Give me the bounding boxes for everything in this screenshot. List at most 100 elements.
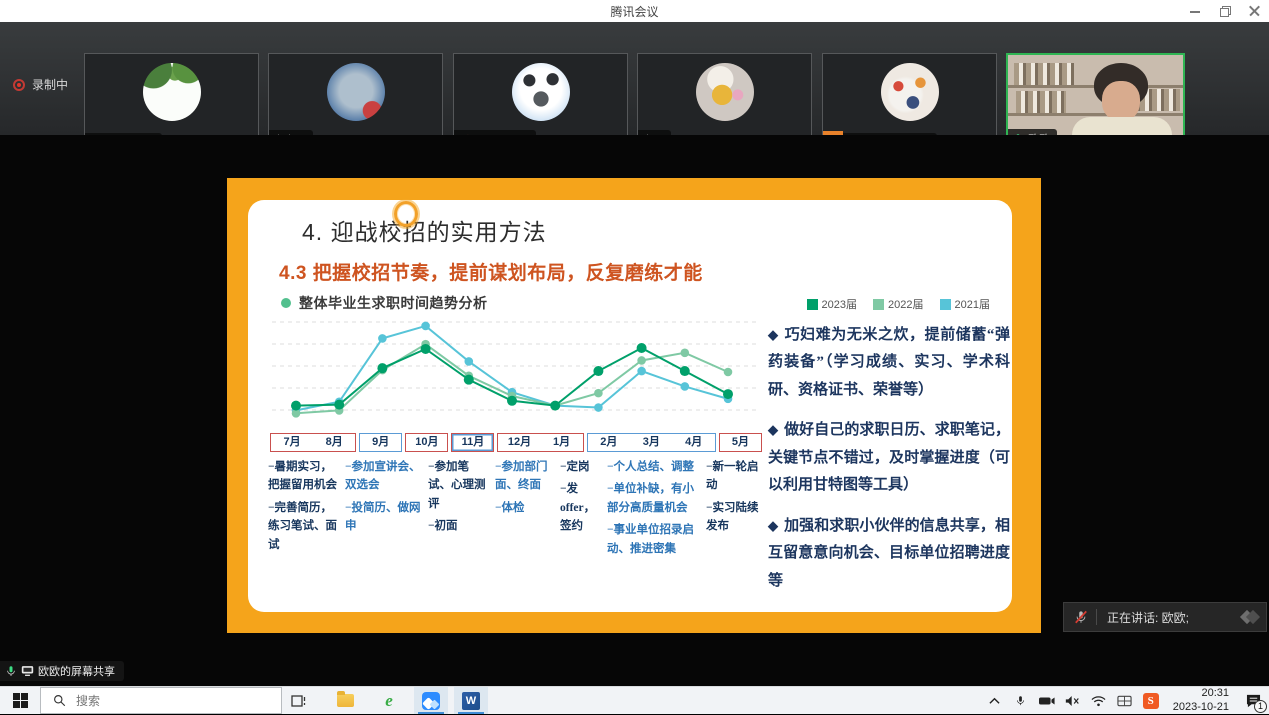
month-label: 7月 <box>271 434 313 451</box>
speaking-label: 正在讲话: 欧欧; <box>1107 609 1189 626</box>
legend-label: 2023届 <box>822 296 857 312</box>
window-title: 腾讯会议 <box>610 3 658 20</box>
window-titlebar: 腾讯会议 <box>0 0 1269 22</box>
active-speaker-panel: 正在讲话: 欧欧; <box>1063 602 1267 632</box>
highlight-ring-annotation <box>394 201 418 227</box>
phase-note: −体检 <box>495 499 555 517</box>
tencent-meeting-button[interactable] <box>414 687 448 714</box>
legend-swatch-2022 <box>873 299 884 310</box>
folder-icon <box>337 694 354 707</box>
month-label: 4月 <box>673 434 715 451</box>
phase-notes-row: −暑期实习，把握留用机会−完善简历，练习笔试、面试−参加宣讲会、双选会 −投简历、… <box>268 458 766 562</box>
tip-text: 加强和求职小伙伴的信息共享，相互留意意向机会、目标单位招聘进度等 <box>768 518 1010 589</box>
recording-indicator: 录制中 <box>13 76 68 93</box>
phase-note: −投简历、做网申 <box>345 499 423 536</box>
tip-bullet: ◆加强和求职小伙伴的信息共享，相互留意意向机会、目标单位招聘进度等 <box>768 513 1010 595</box>
windows-logo-icon <box>13 693 28 708</box>
tips-panel: ◆巧妇难为无米之炊，提前储蓄“弹药装备”（学习成绩、实习、学术科研、资格证书、荣… <box>768 322 1010 608</box>
phase-note: −事业单位招录启动、推进密集 <box>607 521 701 558</box>
diamond-bullet-icon: ◆ <box>768 518 778 533</box>
tencent-meeting-icon <box>422 692 440 710</box>
legend-label: 2021届 <box>955 296 990 312</box>
legend-item: 2023届 <box>807 296 857 312</box>
tray-mic-icon[interactable] <box>1011 687 1031 715</box>
recording-label: 录制中 <box>32 76 68 93</box>
taskbar: e W S 20:31 2023-10-21 <box>0 686 1269 714</box>
screen-share-indicator[interactable]: 欧欧的屏幕共享 <box>0 661 124 681</box>
phase-column: −参加宣讲会、双选会 −投简历、做网申 <box>345 458 423 562</box>
chart-title: 整体毕业生求职时间趋势分析 <box>299 293 488 313</box>
month-label: 11月 <box>452 434 493 451</box>
task-view-button[interactable] <box>282 687 316 714</box>
legend-swatch-2021 <box>940 299 951 310</box>
ie-icon: e <box>385 691 393 711</box>
hidden-icons-chevron[interactable] <box>985 687 1005 715</box>
wifi-icon[interactable] <box>1089 687 1109 715</box>
tip-text: 巧妇难为无米之炊，提前储蓄“弹药装备”（学习成绩、实习、学术科研、资格证书、荣誉… <box>768 327 1010 398</box>
phase-note: −参加笔试、心理测评 <box>428 458 490 513</box>
task-view-icon <box>291 693 307 709</box>
phase-note: −参加宣讲会、双选会 <box>345 458 423 495</box>
month-label: 5月 <box>720 434 761 451</box>
avatar <box>512 63 570 121</box>
tray-camera-icon[interactable] <box>1037 687 1057 715</box>
chart-header: 整体毕业生求职时间趋势分析 <box>281 293 488 313</box>
month-group-box: 5月 <box>719 433 762 452</box>
slide-card: 4. 迎战校招的实用方法 4.3 把握校招节奏，提前谋划布局，反复磨练才能 整体… <box>248 200 1012 612</box>
month-group-box: 9月 <box>359 433 402 452</box>
close-icon[interactable] <box>1249 5 1261 17</box>
search-input[interactable] <box>76 694 226 708</box>
avatar <box>327 63 385 121</box>
month-axis-row: 7月8月9月10月11月12月1月2月3月4月5月 <box>270 433 762 452</box>
legend-item: 2022届 <box>873 296 923 312</box>
month-label: 1月 <box>541 434 583 451</box>
phase-note: −参加部门面、终面 <box>495 458 555 495</box>
word-icon: W <box>462 692 480 710</box>
month-group-box: 11月 <box>451 433 494 452</box>
notification-center-button[interactable]: 1 <box>1241 687 1265 715</box>
volume-muted-icon[interactable] <box>1063 687 1083 715</box>
tip-text: 做好自己的求职日历、求职笔记，关键节点不错过，及时掌握进度（可以利用甘特图等工具… <box>768 422 1010 493</box>
tray-date: 2023-10-21 <box>1173 701 1229 714</box>
slide-title: 4. 迎战校招的实用方法 <box>302 213 547 247</box>
phase-column: −个人总结、调整−单位补缺，有小部分高质量机会−事业单位招录启动、推进密集 <box>607 458 701 562</box>
recording-dot-icon <box>13 79 25 91</box>
legend-swatch-2023 <box>807 299 818 310</box>
internet-explorer-button[interactable]: e <box>372 687 406 714</box>
restore-icon[interactable] <box>1219 5 1231 17</box>
start-button[interactable] <box>0 687 40 714</box>
tray-clock[interactable]: 20:31 2023-10-21 <box>1167 687 1235 713</box>
word-button[interactable]: W <box>454 687 488 714</box>
legend-label: 2022届 <box>888 296 923 312</box>
month-label: 9月 <box>360 434 401 451</box>
phase-note: −新一轮启动 <box>706 458 768 495</box>
month-group-box: 10月 <box>405 433 448 452</box>
phase-column: −定岗−发offer，签约 <box>560 458 602 562</box>
minimize-icon[interactable] <box>1189 5 1201 17</box>
avatar <box>143 63 201 121</box>
notification-badge: 1 <box>1254 700 1267 713</box>
taskbar-search[interactable] <box>40 687 282 714</box>
phase-column: −新一轮启动 −实习陆续发布 <box>706 458 768 562</box>
diamond-bullet-icon: ◆ <box>768 422 778 437</box>
tip-bullet: ◆做好自己的求职日历、求职笔记，关键节点不错过，及时掌握进度（可以利用甘特图等工… <box>768 417 1010 499</box>
phase-note: −实习陆续发布 <box>706 499 768 536</box>
chart-legend: 2023届 2022届 2021届 <box>807 296 990 312</box>
diamond-bullet-icon: ◆ <box>768 327 779 342</box>
input-method-icon[interactable] <box>1115 687 1135 715</box>
meeting-watermark-icon <box>1242 612 1258 622</box>
tray-time: 20:31 <box>1173 687 1229 700</box>
month-group-box: 12月1月 <box>497 433 583 452</box>
phase-note: −暑期实习，把握留用机会 <box>268 458 340 495</box>
system-tray: S 20:31 2023-10-21 1 <box>985 687 1269 714</box>
slide-subtitle: 4.3 把握校招节奏，提前谋划布局，反复磨练才能 <box>279 258 703 285</box>
avatar <box>881 63 939 121</box>
month-label: 10月 <box>406 434 447 451</box>
sogou-input-icon[interactable]: S <box>1141 687 1161 715</box>
trend-line-chart <box>270 316 760 431</box>
file-explorer-button[interactable] <box>328 687 362 714</box>
month-label: 2月 <box>588 434 630 451</box>
legend-item: 2021届 <box>940 296 990 312</box>
phase-note: −个人总结、调整 <box>607 458 701 476</box>
phase-column: −暑期实习，把握留用机会−完善简历，练习笔试、面试 <box>268 458 340 562</box>
